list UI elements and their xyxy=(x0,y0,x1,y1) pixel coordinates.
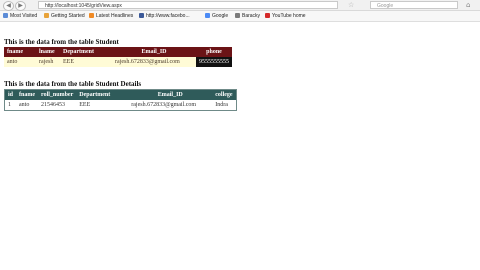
bookmark-getting-started[interactable]: Getting Started xyxy=(44,11,85,21)
table-cell: rajesh.672833@gmail.com xyxy=(128,100,213,111)
bookmark-icon xyxy=(44,13,49,19)
bookmark-label: YouTube home xyxy=(272,13,306,19)
home-icon[interactable]: ⌂ xyxy=(466,1,470,9)
table-row: anto rajesh EEE rajesh.672833@gmail.com … xyxy=(4,57,232,67)
bookmark-label: Google xyxy=(212,13,229,19)
bookmark-youtube[interactable]: YouTube home xyxy=(265,11,306,21)
bookmark-latest-headlines[interactable]: Latest Headlines xyxy=(89,11,133,21)
selected-cell[interactable]: 9555555555 xyxy=(196,57,232,67)
bookmark-label: Baracky xyxy=(242,13,261,19)
column-header[interactable]: Department xyxy=(60,47,112,57)
back-arrow-icon[interactable]: ◀ xyxy=(3,1,14,11)
table2-caption: This is the data from the table Student … xyxy=(4,80,142,88)
student-table: fname lname Department Email_ID phone an… xyxy=(4,47,232,67)
student-details-table: id fname roll_number Department Email_ID… xyxy=(4,89,237,111)
table-cell: 1 xyxy=(4,100,17,111)
bookmark-label: Getting Started xyxy=(51,13,85,19)
column-header[interactable]: phone xyxy=(196,47,232,57)
table-cell: anto xyxy=(16,100,39,111)
address-bar[interactable]: http://localhost:1045/gridView.aspx xyxy=(38,1,338,9)
table-header-row: id fname roll_number Department Email_ID… xyxy=(4,89,237,100)
column-header[interactable]: fname xyxy=(4,47,36,57)
table-cell: Indra xyxy=(212,100,237,111)
bookmark-label: Most Visited xyxy=(10,13,38,19)
column-header[interactable]: id xyxy=(4,89,17,100)
bookmark-icon xyxy=(3,13,8,19)
table-cell: EEE xyxy=(76,100,129,111)
column-header[interactable]: fname xyxy=(16,89,39,100)
youtube-icon xyxy=(265,13,270,19)
table-cell: 21546453 xyxy=(38,100,77,111)
column-header[interactable]: Department xyxy=(76,89,129,100)
bookmark-google[interactable]: Google xyxy=(205,11,228,21)
table-cell: anto xyxy=(4,57,36,67)
table1-caption: This is the data from the table Student xyxy=(4,38,119,46)
facebook-icon xyxy=(139,13,144,19)
column-header[interactable]: roll_number xyxy=(38,89,77,100)
column-header[interactable]: lname xyxy=(36,47,60,57)
google-icon xyxy=(205,13,210,19)
table-cell: rajesh xyxy=(36,57,60,67)
table-cell: EEE xyxy=(60,57,112,67)
search-input[interactable]: Google xyxy=(370,1,458,9)
page-content: This is the data from the table Student … xyxy=(4,38,237,111)
bookmark-most-visited[interactable]: Most Visited xyxy=(3,11,37,21)
table-row: 1 anto 21546453 EEE rajesh.672833@gmail.… xyxy=(4,100,237,111)
bookmarks-bar: Most Visited Getting Started Latest Head… xyxy=(0,11,480,22)
browser-toolbar: ◀ ▶ http://localhost:1045/gridView.aspx … xyxy=(0,0,480,11)
bookmark-label: http://www.facebo... xyxy=(146,13,190,19)
column-header[interactable]: college xyxy=(212,89,237,100)
bookmark-facebook[interactable]: http://www.facebo... xyxy=(139,11,190,21)
rss-icon xyxy=(89,13,94,19)
forward-arrow-icon[interactable]: ▶ xyxy=(15,1,26,11)
column-header[interactable]: Email_ID xyxy=(128,89,213,100)
star-icon[interactable]: ☆ xyxy=(348,1,354,9)
bookmark-label: Latest Headlines xyxy=(96,13,134,19)
bookmark-icon xyxy=(235,13,240,19)
table-cell: rajesh.672833@gmail.com xyxy=(112,57,196,67)
table-header-row: fname lname Department Email_ID phone xyxy=(4,47,232,57)
bookmark-baracky[interactable]: Baracky xyxy=(235,11,260,21)
column-header[interactable]: Email_ID xyxy=(112,47,196,57)
